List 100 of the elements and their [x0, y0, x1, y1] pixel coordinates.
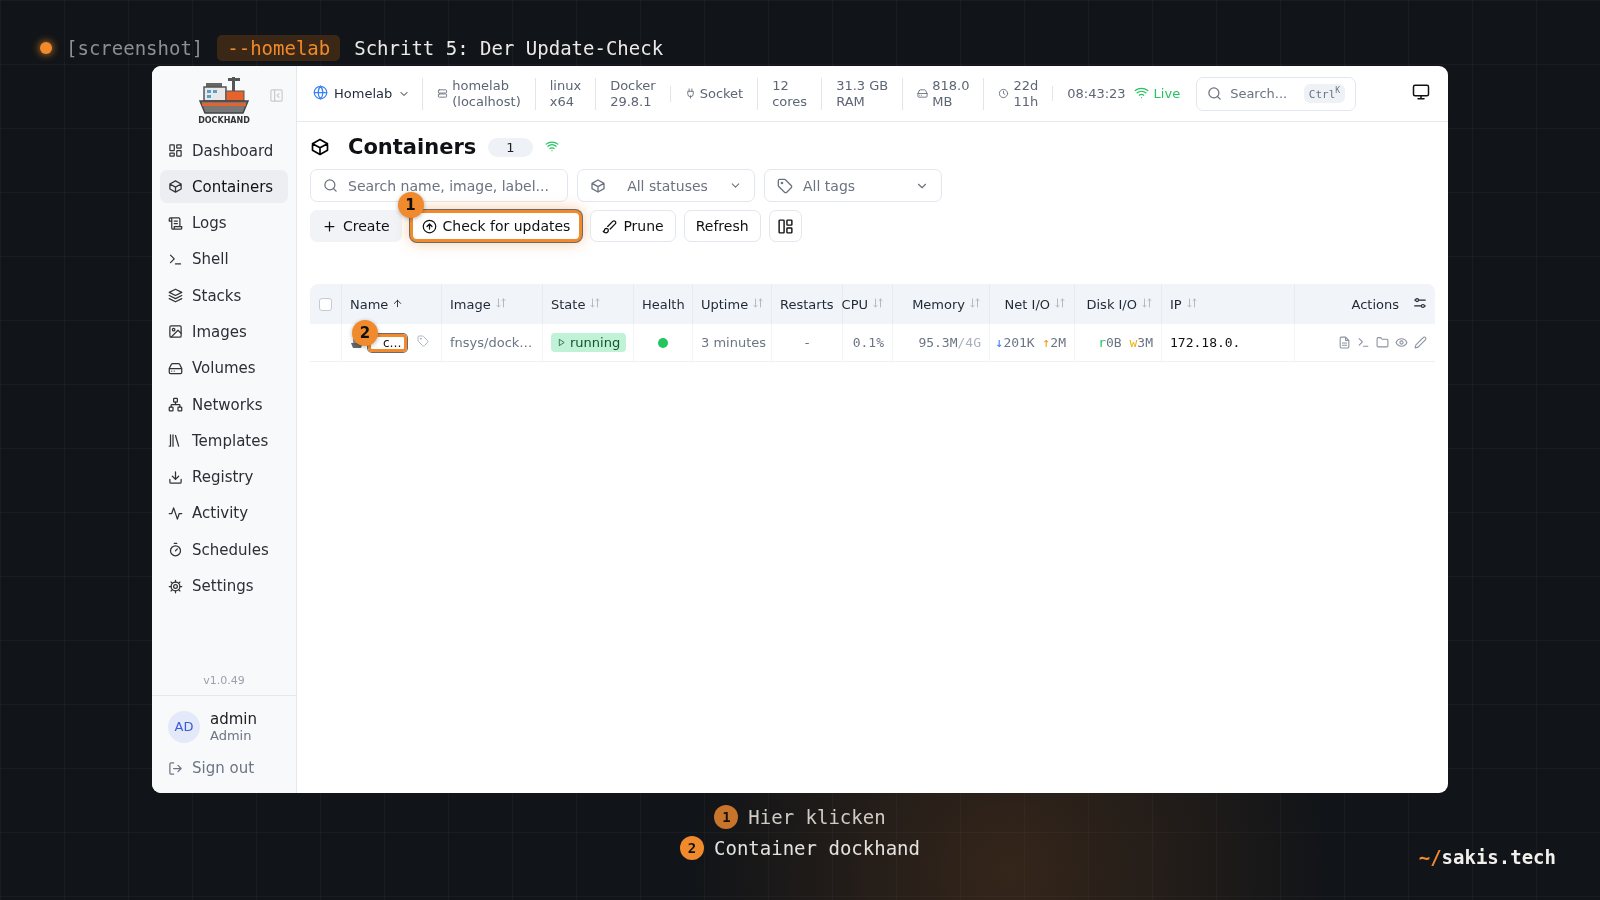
cube-icon — [590, 177, 606, 194]
sidebar-item[interactable]: Shell — [160, 242, 288, 276]
system-stat: Socket — [699, 85, 744, 102]
table-cell: 0.1% — [852, 335, 884, 350]
sidebar-toggle-icon — [269, 88, 284, 103]
column-header[interactable]: Health — [642, 296, 685, 312]
layout-button[interactable] — [768, 210, 802, 242]
table-cell: ↓201K ↑2M — [995, 335, 1066, 350]
sidebar-item[interactable]: Images — [160, 315, 288, 349]
layout-icon — [776, 217, 794, 235]
version-label: v1.0.49 — [202, 674, 246, 689]
system-stat: homelab (localhost) — [452, 77, 521, 110]
eye-icon — [1395, 336, 1408, 349]
toolbar-button[interactable]: Refresh — [683, 210, 761, 242]
table-cell: 95.3M/4G — [918, 335, 981, 350]
column-header[interactable]: Uptime — [701, 296, 749, 312]
globe-icon — [313, 84, 328, 100]
column-header[interactable]: Net I/O — [1004, 296, 1050, 312]
clock-time: 08:43:23 — [1052, 86, 1134, 101]
environment-selector[interactable]: Homelab — [313, 84, 423, 103]
search-icon — [323, 178, 338, 193]
column-header[interactable]: State — [551, 296, 586, 312]
drive-icon — [917, 88, 929, 99]
slide-tag: [screenshot] — [66, 37, 204, 59]
cube-icon — [168, 179, 183, 195]
live-status: Live — [1153, 86, 1181, 101]
terminal-icon — [168, 251, 183, 267]
logo-text: DOCKHAND — [198, 116, 250, 125]
column-header[interactable]: Name — [350, 296, 389, 312]
column-header[interactable]: Memory — [912, 296, 965, 312]
page-title: Containers — [348, 135, 477, 159]
column-header[interactable]: Image — [450, 296, 491, 312]
user-avatar: AD — [168, 710, 200, 743]
user-name: admin — [210, 710, 257, 728]
sort-icon — [1185, 296, 1198, 309]
ship-logo-icon — [198, 75, 250, 115]
brand-text: ~/sakis.tech — [1418, 846, 1556, 868]
slide-chip: --homelab — [217, 35, 341, 61]
sign-out-button[interactable]: Sign out — [152, 753, 296, 793]
column-header[interactable]: IP — [1170, 296, 1182, 312]
sidebar-item[interactable]: Activity — [160, 496, 288, 530]
toolbar-button[interactable]: Create — [310, 210, 402, 242]
sort-icon — [1141, 296, 1153, 309]
system-stat: 818.0 MB — [932, 77, 970, 110]
search-field[interactable]: Search... Ctrl$^{K}$ — [1196, 76, 1357, 111]
system-stat: 22d 11h — [1013, 77, 1039, 110]
state-badge: running — [551, 333, 627, 352]
arrow-up-circle-icon — [421, 218, 437, 234]
sort-icon — [494, 296, 507, 309]
system-stat: linux x64 — [549, 77, 582, 110]
sort-icon — [969, 296, 981, 309]
caption-text: Hier klicken — [748, 805, 886, 828]
file-icon — [1338, 336, 1351, 349]
plus-icon — [322, 218, 337, 234]
download-icon — [168, 469, 183, 485]
sidebar-item[interactable]: Registry — [160, 460, 288, 494]
cube-icon — [310, 137, 330, 157]
column-header[interactable]: CPU — [841, 296, 868, 312]
clock-icon — [998, 88, 1010, 99]
pulse-icon — [168, 505, 183, 521]
sliders-icon — [1413, 295, 1427, 310]
slide-title: Schritt 5: Der Update-Check — [354, 37, 664, 59]
select-all-checkbox[interactable] — [319, 297, 332, 311]
server-icon — [437, 88, 449, 99]
table-cell: 3 minutes — [701, 335, 767, 350]
sidebar-item[interactable]: Containers — [160, 170, 288, 204]
sidebar-item[interactable]: Networks — [160, 388, 288, 422]
toolbar-button[interactable]: Check for updates — [409, 210, 583, 242]
timer-icon — [168, 542, 183, 558]
callout-number: 2 — [680, 835, 705, 860]
tag-filter[interactable]: All tags — [764, 169, 942, 202]
column-header[interactable]: Actions — [1351, 296, 1399, 312]
table-cell: 172.18.0. — [1170, 335, 1241, 350]
sidebar-item[interactable]: Settings — [160, 569, 288, 603]
column-header[interactable]: Disk I/O — [1086, 296, 1137, 312]
sidebar-item[interactable]: Dashboard — [160, 134, 288, 167]
table-cell: - — [804, 335, 810, 350]
system-stat: Docker 29.8.1 — [610, 77, 656, 110]
toolbar-button[interactable]: Prune — [590, 210, 676, 242]
play-icon — [557, 338, 566, 347]
sidebar-item[interactable]: Volumes — [160, 351, 288, 385]
sidebar-item[interactable]: Logs — [160, 206, 288, 240]
plug-icon — [684, 88, 696, 99]
sort-icon — [752, 296, 765, 309]
table-cell: r0B w3M — [1098, 335, 1153, 350]
brush-icon — [602, 218, 618, 234]
sidebar-item[interactable]: Stacks — [160, 279, 288, 313]
sidebar-item[interactable]: Schedules — [160, 533, 288, 567]
user-role: Admin — [210, 728, 253, 743]
sort-icon — [1054, 296, 1066, 309]
dashboard-icon — [168, 143, 183, 158]
sidebar-item[interactable]: Templates — [160, 424, 288, 458]
network-icon — [168, 397, 183, 413]
column-header[interactable]: Restarts — [780, 296, 834, 312]
terminal-icon — [1357, 336, 1370, 349]
container-count: 1 — [488, 137, 533, 157]
system-stat: 12 cores — [772, 77, 808, 110]
status-filter[interactable]: All statuses — [577, 169, 755, 202]
tag-icon — [416, 335, 429, 347]
search-icon — [1207, 86, 1223, 101]
